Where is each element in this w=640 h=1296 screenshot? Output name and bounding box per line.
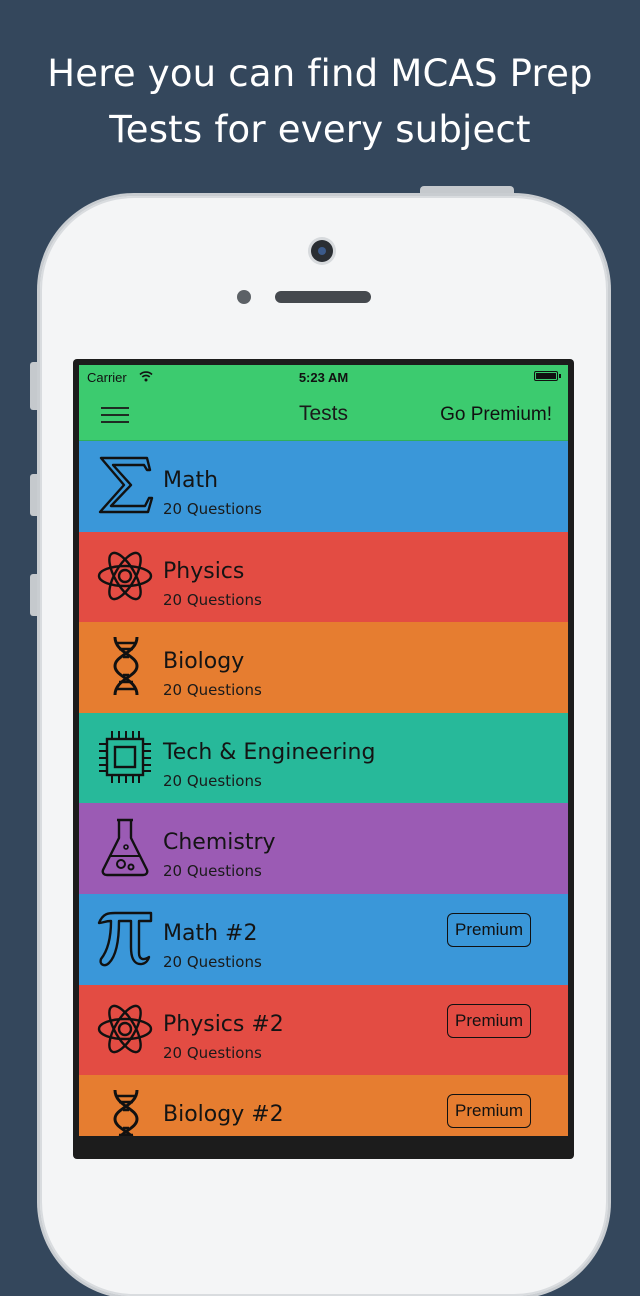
headline-line-2: Tests for every subject <box>109 108 531 151</box>
question-count: 20 Questions <box>163 500 262 518</box>
atom-icon <box>95 998 155 1060</box>
test-title: Chemistry <box>163 830 276 856</box>
go-premium-button[interactable]: Go Premium! <box>440 404 552 426</box>
atom-icon <box>95 545 155 607</box>
test-row-math-2[interactable]: Math #2 20 Questions Premium <box>79 893 568 985</box>
premium-button[interactable]: Premium <box>447 1003 531 1038</box>
test-title: Biology #2 <box>163 1102 284 1128</box>
test-row-physics[interactable]: Physics 20 Questions <box>79 531 568 623</box>
headline-line-1: Here you can find MCAS Prep <box>47 52 593 95</box>
test-title: Math #2 <box>163 920 258 946</box>
test-title: Physics #2 <box>163 1011 284 1037</box>
test-row-math[interactable]: Math 20 Questions <box>79 441 568 532</box>
earpiece-speaker <box>275 291 371 303</box>
battery-icon <box>534 371 561 381</box>
test-row-biology-2[interactable]: Biology #2 Premium <box>79 1075 568 1136</box>
promo-headline: Here you can find MCAS Prep Tests for ev… <box>0 46 640 158</box>
proximity-sensor <box>237 290 251 304</box>
phone-volume-up-button <box>30 474 40 516</box>
test-row-biology[interactable]: Biology 20 Questions <box>79 622 568 713</box>
microchip-icon <box>95 726 155 788</box>
pi-icon <box>95 907 155 969</box>
test-title: Biology <box>163 649 245 675</box>
dna-icon <box>95 635 155 697</box>
test-list: Math 20 Questions Physics 20 Questions B… <box>79 441 568 1136</box>
test-title: Tech & Engineering <box>163 739 376 765</box>
navigation-bar: Tests Go Premium! <box>79 389 568 441</box>
phone-power-button <box>420 186 514 196</box>
front-camera-icon <box>311 240 333 262</box>
question-count: 20 Questions <box>163 771 262 790</box>
test-row-physics-2[interactable]: Physics #2 20 Questions Premium <box>79 984 568 1076</box>
test-row-chemistry[interactable]: Chemistry 20 Questions <box>79 803 568 894</box>
menu-icon[interactable] <box>101 405 129 425</box>
question-count: 20 Questions <box>163 681 262 700</box>
carrier-label: Carrier <box>87 370 127 385</box>
question-count: 20 Questions <box>163 952 262 971</box>
app-screen: Carrier 5:23 AM Tests Go Premium! Math 2… <box>79 365 568 1136</box>
status-bar: Carrier 5:23 AM <box>79 365 568 389</box>
question-count: 20 Questions <box>163 862 262 881</box>
question-count: 20 Questions <box>163 590 262 609</box>
flask-icon <box>95 816 155 878</box>
test-title: Physics <box>163 558 245 584</box>
premium-button[interactable]: Premium <box>447 912 531 947</box>
phone-volume-down-button <box>30 574 40 616</box>
phone-mute-switch <box>30 362 40 410</box>
question-count: 20 Questions <box>163 1043 262 1062</box>
premium-button[interactable]: Premium <box>447 1094 531 1129</box>
sigma-icon <box>95 454 155 516</box>
test-row-tech-engineering[interactable]: Tech & Engineering 20 Questions <box>79 712 568 804</box>
dna-icon <box>95 1088 155 1136</box>
test-title: Math <box>163 468 219 493</box>
wifi-icon <box>139 370 153 382</box>
